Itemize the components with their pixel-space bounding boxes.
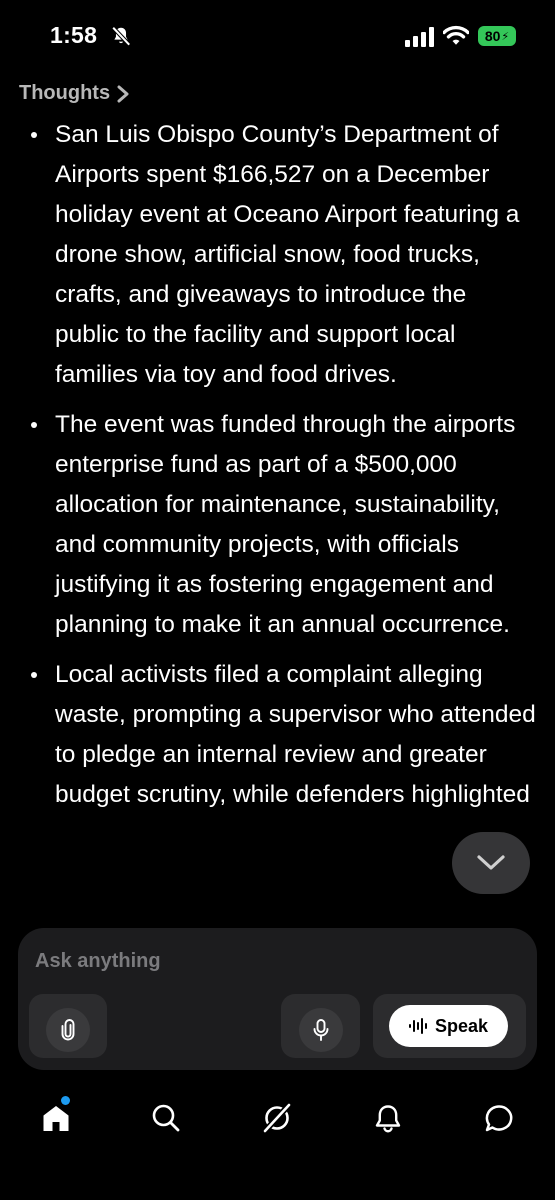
charging-bolt-icon: ⚡ — [501, 30, 510, 43]
search-icon — [152, 1104, 180, 1132]
composer: Ask anything Speak — [18, 928, 537, 1070]
tab-grok[interactable] — [257, 1090, 297, 1146]
bullet-text: San Luis Obispo County’s Department of A… — [55, 121, 520, 388]
bullet-dot — [31, 422, 37, 428]
notification-dot — [61, 1096, 70, 1105]
bullet-dot — [31, 672, 37, 678]
status-time: 1:58 — [50, 22, 98, 48]
speak-label: Speak — [434, 1015, 489, 1036]
tab-messages[interactable] — [479, 1090, 519, 1146]
list-item: The event was funded through the airport… — [0, 405, 555, 645]
mic-area — [281, 994, 360, 1058]
chat-bubble-icon — [485, 1105, 513, 1132]
speak-button[interactable]: Speak — [389, 1005, 508, 1047]
tab-notifications[interactable] — [368, 1090, 408, 1146]
grok-icon — [262, 1102, 292, 1134]
home-indicator — [210, 1183, 348, 1188]
bullet-text: Local activists filed a complaint allegi… — [55, 661, 536, 808]
thoughts-toggle[interactable]: Thoughts — [19, 82, 130, 105]
scroll-to-bottom-button[interactable] — [452, 832, 530, 894]
attach-area — [29, 994, 107, 1058]
microphone-icon — [313, 1019, 329, 1041]
response-content: San Luis Obispo County’s Department of A… — [0, 115, 555, 915]
waveform-icon — [408, 1018, 427, 1034]
bell-icon — [375, 1105, 401, 1133]
wifi-icon — [443, 25, 469, 45]
thoughts-label: Thoughts — [19, 82, 111, 104]
tab-bar — [0, 1090, 555, 1146]
bullet-text: The event was funded through the airport… — [55, 411, 516, 638]
chevron-right-icon — [117, 85, 129, 102]
ask-anything-input[interactable]: Ask anything — [35, 950, 161, 973]
tab-search[interactable] — [146, 1090, 186, 1146]
bullet-list: San Luis Obispo County’s Department of A… — [0, 115, 555, 815]
speak-area: Speak — [373, 994, 526, 1058]
cellular-signal-icon — [405, 27, 434, 47]
battery-charging-icon: 80 ⚡ — [478, 26, 516, 46]
chevron-down-icon — [477, 855, 505, 870]
list-item: San Luis Obispo County’s Department of A… — [0, 115, 555, 395]
content-fade — [0, 895, 555, 923]
tab-home[interactable] — [36, 1090, 76, 1146]
bullet-dot — [31, 132, 37, 138]
home-icon — [43, 1106, 69, 1131]
battery-level: 80 — [484, 28, 501, 44]
paperclip-icon — [61, 1019, 75, 1041]
list-item: Local activists filed a complaint allegi… — [0, 655, 555, 815]
attach-button[interactable] — [46, 1008, 90, 1052]
bell-slash-icon — [111, 26, 131, 47]
status-bar: 1:58 80 ⚡ — [0, 0, 555, 70]
microphone-button[interactable] — [299, 1008, 343, 1052]
